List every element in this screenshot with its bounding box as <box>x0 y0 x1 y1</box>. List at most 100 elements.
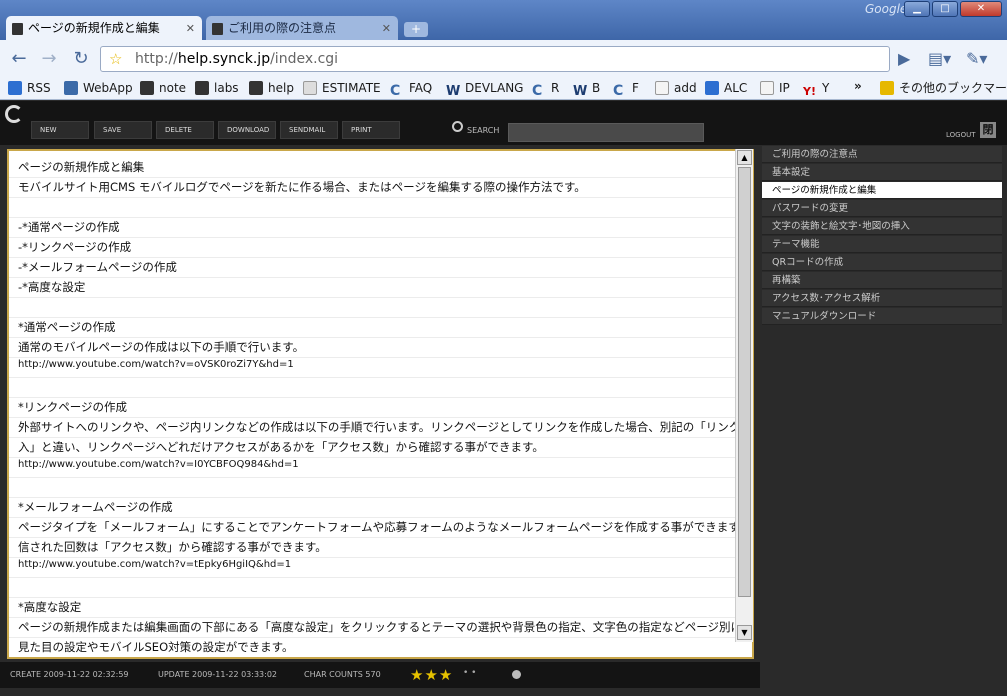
page-menu-icon[interactable]: ▤▾ <box>928 49 951 68</box>
char-counts: CHAR COUNTS 570 <box>304 670 381 679</box>
line-separator <box>9 537 737 538</box>
w-icon: W <box>446 84 461 99</box>
yahoo-icon: Y! <box>803 85 816 98</box>
search-label: SEARCH <box>467 126 500 135</box>
editor-line: *高度な設定 <box>18 600 82 614</box>
bookmark-add[interactable]: add <box>655 80 697 96</box>
line-separator <box>9 597 737 598</box>
scroll-up-icon[interactable]: ▲ <box>737 150 752 165</box>
sidebar-item[interactable]: アクセス数･アクセス解析 <box>762 290 1002 307</box>
bookmark-note[interactable]: note <box>140 80 186 96</box>
new-button[interactable]: NEW <box>31 121 89 139</box>
sidebar-item[interactable]: 再構築 <box>762 272 1002 289</box>
app-header: NEW SAVE DELETE DOWNLOAD SENDMAIL PRINT <box>0 101 1007 145</box>
editor-line: ページの新規作成または編集画面の下部にある「高度な設定」をクリックするとテーマの… <box>18 620 743 634</box>
download-button[interactable]: DOWNLOAD <box>218 121 276 139</box>
rss-icon <box>8 81 22 95</box>
save-button[interactable]: SAVE <box>94 121 152 139</box>
sidebar-item[interactable]: テーマ機能 <box>762 236 1002 253</box>
editor-line: http://www.youtube.com/watch?v=oVSK0roZi… <box>18 359 294 370</box>
bookmark-f[interactable]: CF <box>613 80 639 98</box>
create-timestamp: CREATE 2009-11-22 02:32:59 <box>10 670 129 679</box>
bookmark-rss[interactable]: RSS <box>8 80 51 96</box>
editor-line: 入」と違い、リンクページへどれだけアクセスがあるかを「アクセス数」から確認する事… <box>18 440 544 454</box>
tab-notes[interactable]: ご利用の際の注意点 ✕ <box>206 16 398 41</box>
editor-line: 通常のモバイルページの作成は以下の手順で行います。 <box>18 340 305 354</box>
editor-line: -*メールフォームページの作成 <box>18 260 177 274</box>
delete-button[interactable]: DELETE <box>156 121 214 139</box>
logout-link[interactable]: LOGOUT <box>946 131 976 139</box>
bookmark-help[interactable]: help <box>249 80 294 96</box>
bookmark-alc[interactable]: ALC <box>705 80 747 96</box>
bookmark-labs[interactable]: labs <box>195 80 239 96</box>
bookmark-r[interactable]: CR <box>532 80 559 98</box>
line-separator <box>9 497 737 498</box>
minimize-button[interactable]: ▁ <box>904 1 930 17</box>
refresh-icon: C <box>532 83 543 99</box>
line-separator <box>9 417 737 418</box>
back-icon[interactable]: ← <box>6 48 32 72</box>
bookmark-ip[interactable]: IP <box>760 80 790 96</box>
tab-label: ご利用の際の注意点 <box>228 21 337 35</box>
sidebar-item[interactable]: ご利用の際の注意点 <box>762 146 1002 163</box>
sidebar-item[interactable]: 基本設定 <box>762 164 1002 181</box>
reload-icon[interactable]: ↻ <box>68 48 94 72</box>
wrench-icon[interactable]: ✎▾ <box>966 49 987 68</box>
bookmark-webapp[interactable]: WebApp <box>64 80 133 96</box>
address-bar[interactable]: ☆ http://help.synck.jp/index.cgi <box>100 46 890 72</box>
sidebar-item[interactable]: マニュアルダウンロード <box>762 308 1002 325</box>
maximize-button[interactable]: □ <box>932 1 958 17</box>
status-circle-icon[interactable] <box>512 670 521 679</box>
sidebar-item[interactable]: ページの新規作成と編集 <box>762 182 1002 199</box>
bookmark-b[interactable]: WB <box>573 80 600 99</box>
line-separator <box>9 577 737 578</box>
logout-icon[interactable]: 閉 <box>980 122 996 138</box>
bookmark-star-icon[interactable]: ☆ <box>109 50 122 68</box>
editor-line: -*高度な設定 <box>18 280 86 294</box>
tab-page-create[interactable]: ページの新規作成と編集 ✕ <box>6 16 202 41</box>
scroll-down-icon[interactable]: ▼ <box>737 625 752 640</box>
line-separator <box>9 177 737 178</box>
bookmarks-overflow-icon[interactable]: » <box>854 78 862 94</box>
book-icon <box>249 81 263 95</box>
sidebar-item[interactable]: QRコードの作成 <box>762 254 1002 271</box>
document-icon <box>760 81 774 95</box>
print-button[interactable]: PRINT <box>342 121 400 139</box>
bookmark-devlang[interactable]: W DEVLANG <box>446 80 523 99</box>
close-window-button[interactable]: ✕ <box>960 1 1002 17</box>
alc-icon <box>705 81 719 95</box>
content-editor[interactable]: ページの新規作成と編集 モバイルサイト用CMS モバイルログでページを新たに作る場… <box>7 149 754 659</box>
scroll-thumb[interactable] <box>738 167 751 597</box>
page-favicon-icon <box>212 23 223 35</box>
refresh-icon: C <box>613 83 624 99</box>
bookmark-estimate[interactable]: ESTIMATE <box>303 80 381 96</box>
line-separator <box>9 337 737 338</box>
editor-line: ページタイプを「メールフォーム」にすることでアンケートフォームや応募フォームのよ… <box>18 520 754 534</box>
bookmark-y[interactable]: Y! Y <box>803 80 829 99</box>
page-favicon-icon <box>12 23 23 35</box>
bookmark-other[interactable]: その他のブックマーク <box>880 80 1007 96</box>
search-input[interactable] <box>508 123 704 142</box>
rating-stars[interactable]: ★★★ <box>410 666 453 684</box>
search-icon <box>452 121 463 132</box>
rating-empty-dots[interactable]: • • <box>463 668 476 678</box>
editor-line: モバイルサイト用CMS モバイルログでページを新たに作る場合、またはページを編集… <box>18 180 586 194</box>
sidebar-item[interactable]: パスワードの変更 <box>762 200 1002 217</box>
close-tab-icon[interactable]: ✕ <box>382 16 391 41</box>
sendmail-button[interactable]: SENDMAIL <box>280 121 338 139</box>
bookmark-faq[interactable]: C FAQ <box>390 80 432 98</box>
line-separator <box>9 257 737 258</box>
forward-icon[interactable]: → <box>36 48 62 72</box>
editor-scrollbar[interactable]: ▲ ▼ <box>735 149 753 642</box>
document-icon <box>303 81 317 95</box>
refresh-icon: C <box>390 83 401 99</box>
editor-line: -*通常ページの作成 <box>18 220 120 234</box>
book-icon <box>140 81 154 95</box>
close-tab-icon[interactable]: ✕ <box>186 16 195 41</box>
sidebar-item[interactable]: 文字の装飾と絵文字･地図の挿入 <box>762 218 1002 235</box>
new-tab-button[interactable]: + <box>404 22 428 37</box>
line-separator <box>9 617 737 618</box>
editor-line: *メールフォームページの作成 <box>18 500 173 514</box>
line-separator <box>9 357 737 358</box>
go-icon[interactable]: ▶ <box>898 49 910 68</box>
